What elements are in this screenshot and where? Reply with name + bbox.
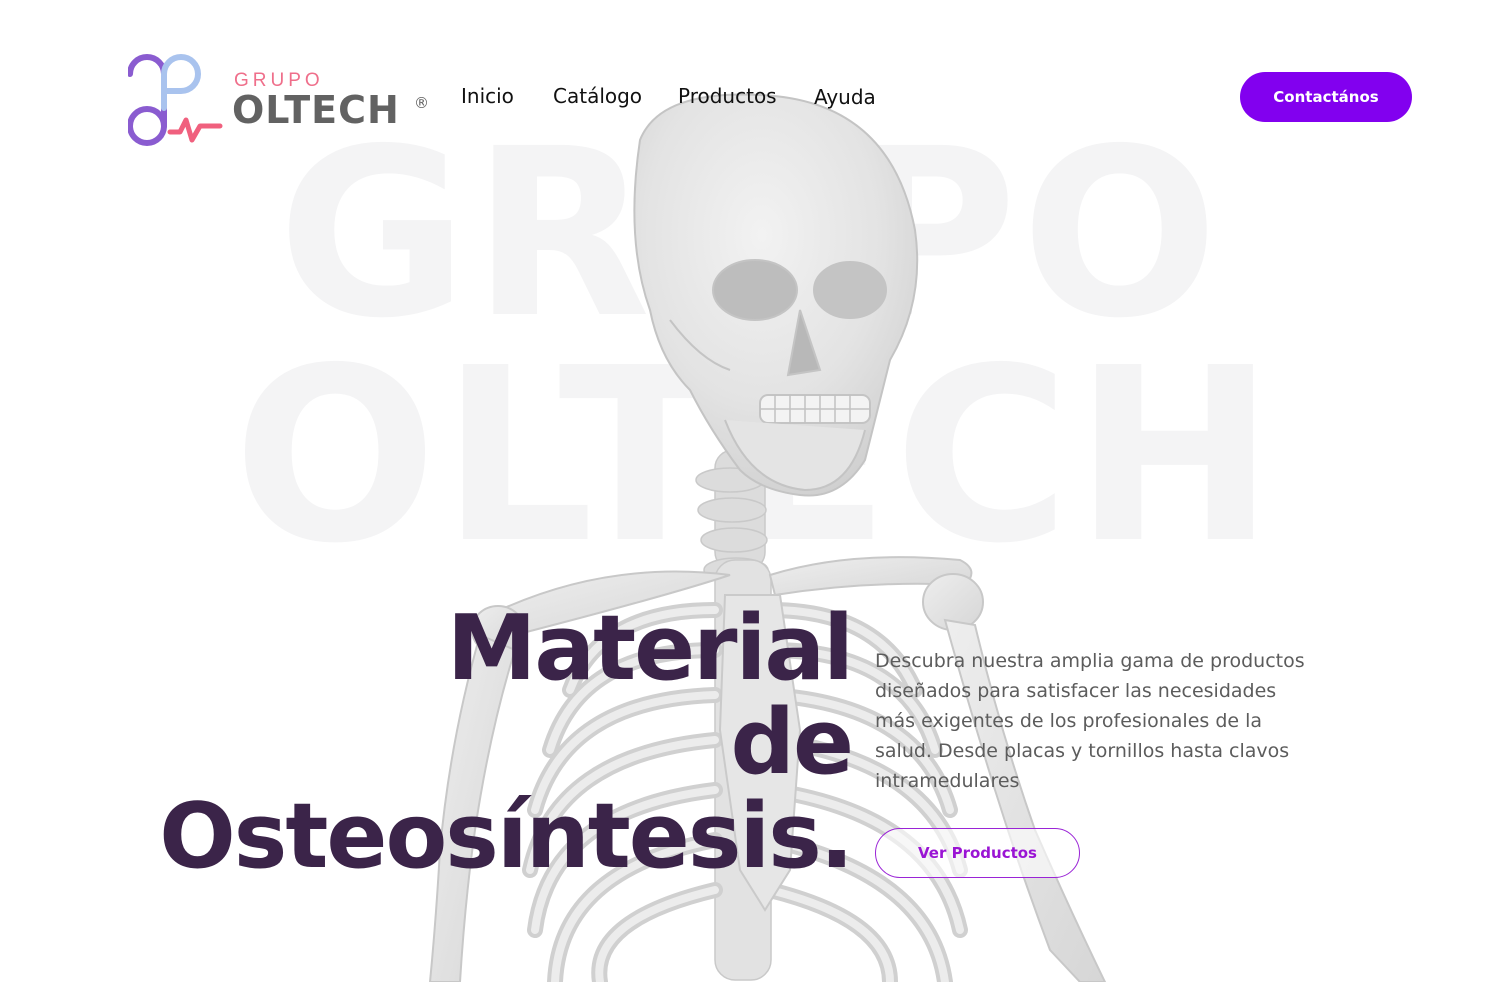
brand-logo[interactable]: GRUPO OLTECH ® xyxy=(128,52,438,148)
hero-description: Descubra nuestra amplia gama de producto… xyxy=(875,650,1305,792)
nav-link-productos[interactable]: Productos xyxy=(678,84,777,108)
logo-mark-icon xyxy=(128,54,223,146)
contact-button[interactable]: Contactános xyxy=(1240,72,1412,122)
registered-mark: ® xyxy=(414,94,429,112)
landing-page: GRUPO OLTECH ® Inicio Catálogo Productos… xyxy=(0,0,1512,982)
hero-title-line-2: de xyxy=(730,690,854,795)
hero-title-line-3: Osteosíntesis. xyxy=(159,784,854,889)
nav-link-catalogo[interactable]: Catálogo xyxy=(553,84,642,108)
nav-link-ayuda[interactable]: Ayuda xyxy=(814,85,876,109)
view-products-button[interactable]: Ver Productos xyxy=(875,828,1080,878)
nav-link-inicio[interactable]: Inicio xyxy=(461,84,514,108)
hero-title: Material de Osteosíntesis. xyxy=(159,596,854,889)
logo-word-oltech: OLTECH xyxy=(232,88,400,132)
hero-title-line-1: Material xyxy=(446,596,854,701)
